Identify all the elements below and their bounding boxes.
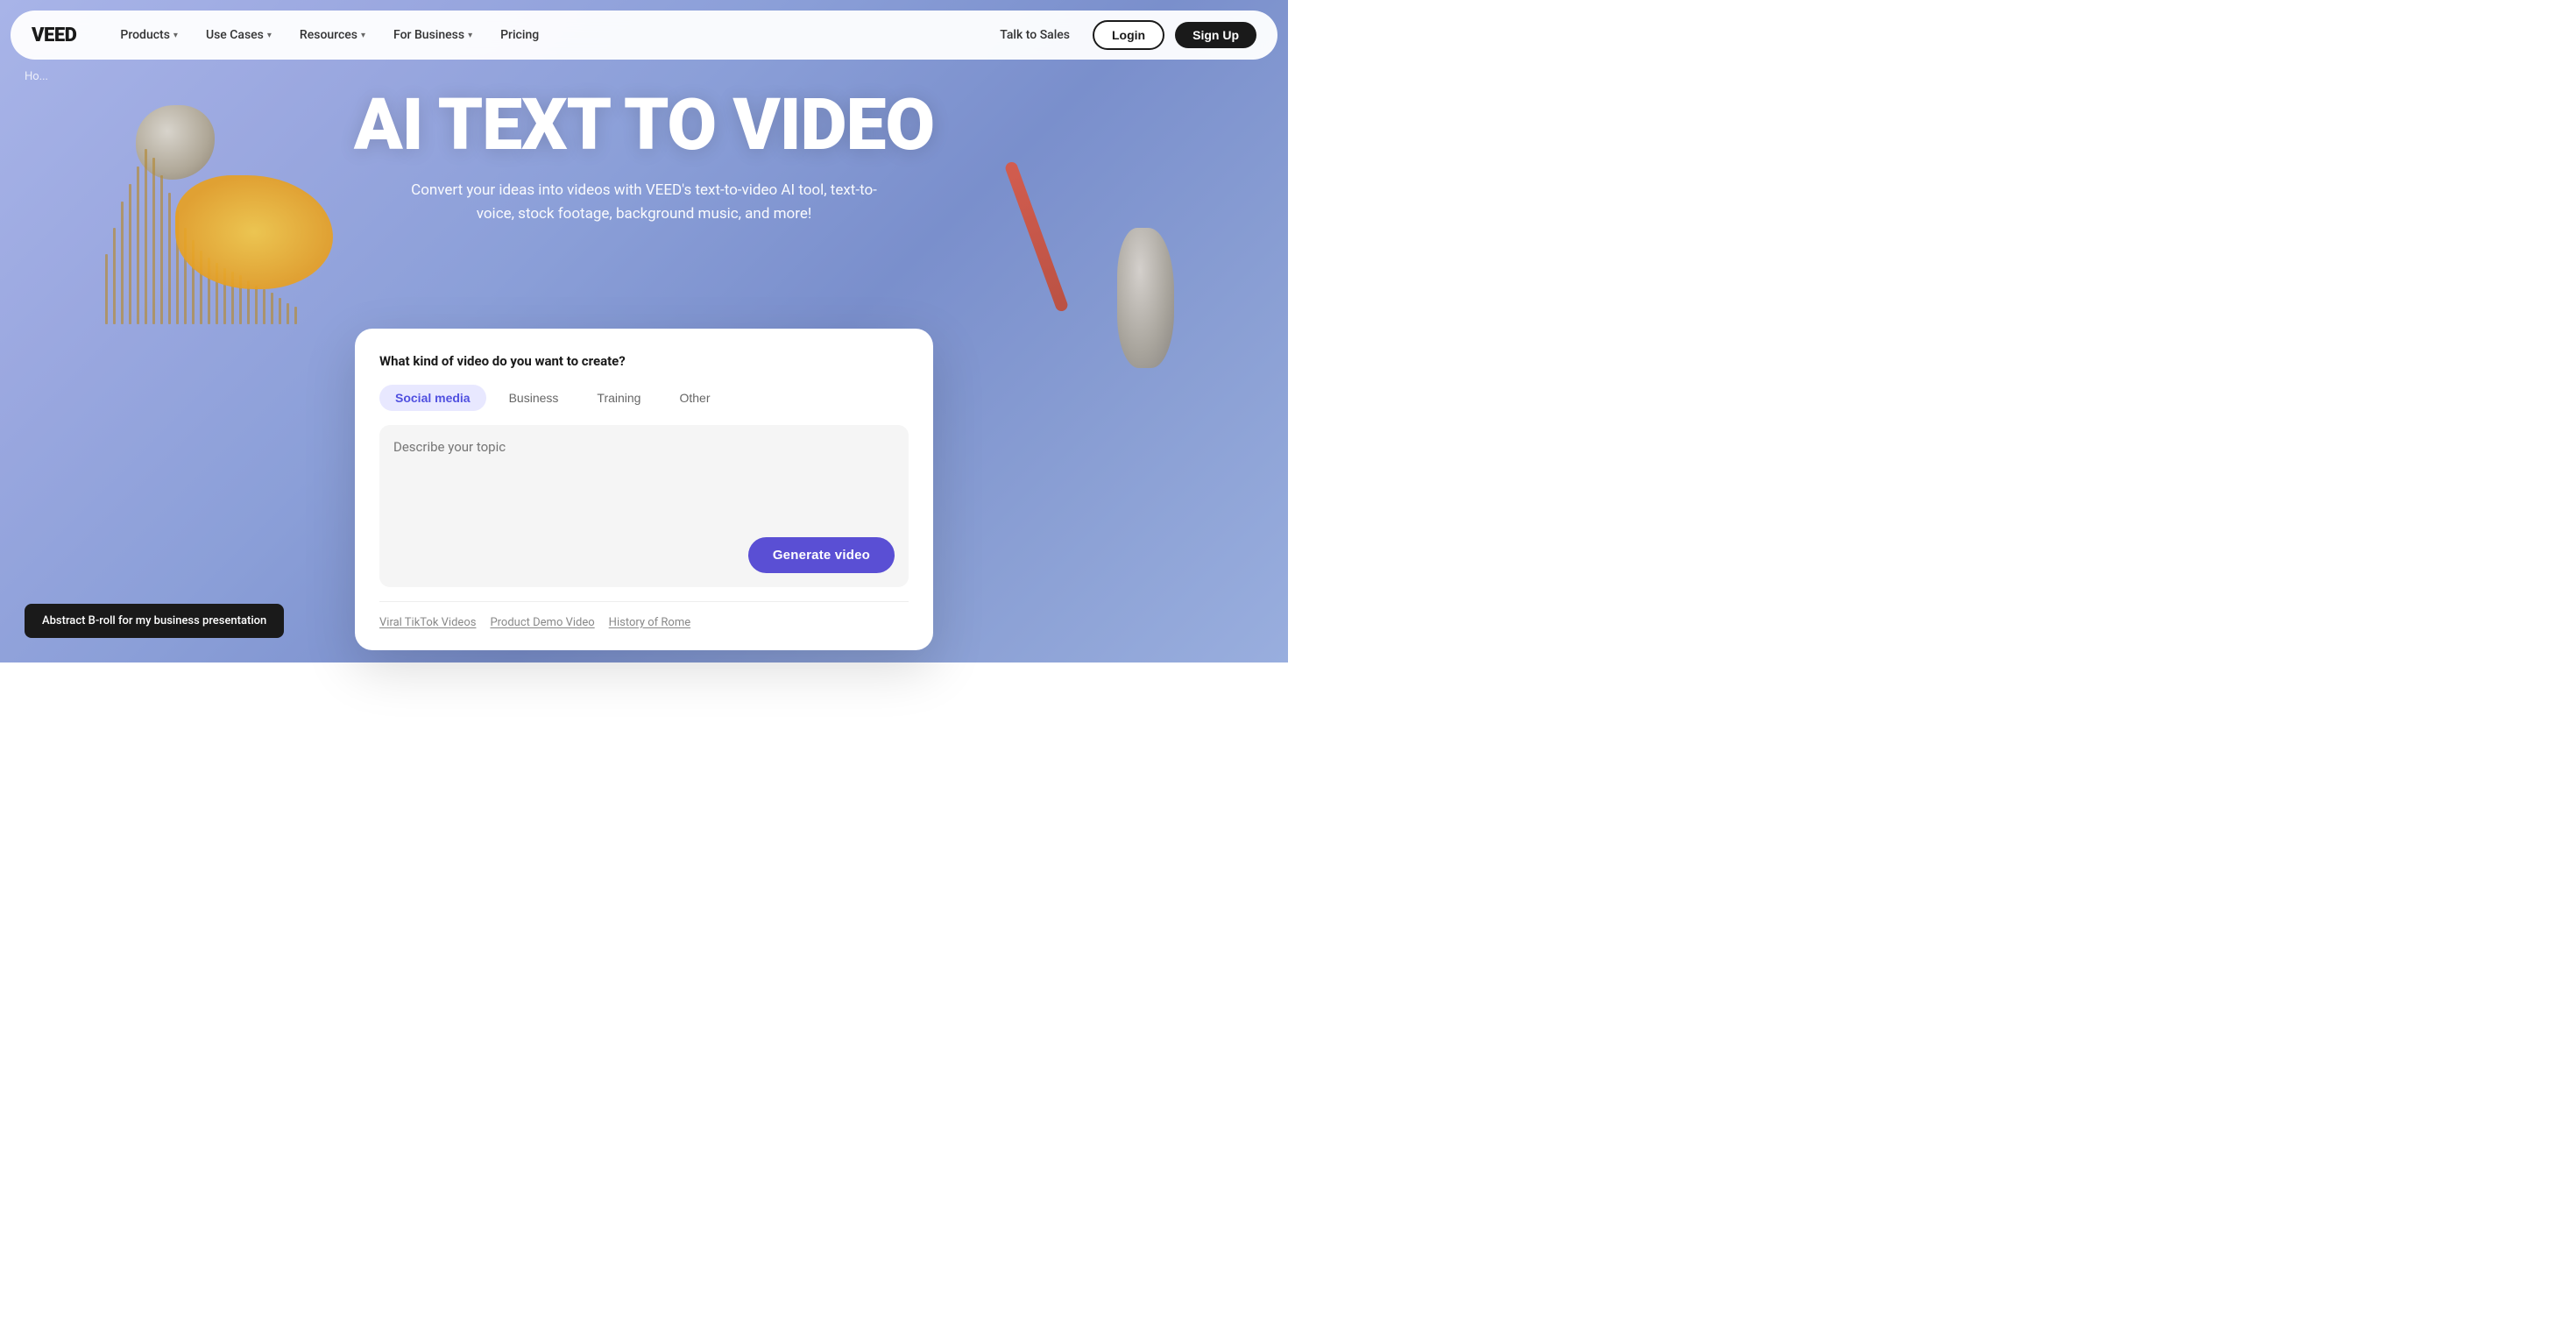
hero-subtitle: Convert your ideas into videos with VEED… (399, 179, 889, 226)
video-creation-card: What kind of video do you want to create… (355, 329, 933, 650)
suggestion-tiktok[interactable]: Viral TikTok Videos (379, 616, 476, 629)
nav-products-chevron: ▾ (173, 31, 178, 40)
logo[interactable]: VEED (32, 25, 76, 46)
tab-training[interactable]: Training (581, 385, 656, 411)
nav-usecases-chevron: ▾ (267, 31, 272, 40)
breadcrumb: Ho... (25, 70, 48, 83)
nav-links: Products ▾ Use Cases ▾ Resources ▾ For B… (108, 23, 987, 47)
topic-textarea[interactable] (393, 439, 895, 527)
nav-resources-label: Resources (300, 28, 357, 42)
nav-item-resources[interactable]: Resources ▾ (287, 23, 378, 47)
nav-item-for-business[interactable]: For Business ▾ (381, 23, 485, 47)
nav-item-products[interactable]: Products ▾ (108, 23, 190, 47)
suggestion-product-demo[interactable]: Product Demo Video (490, 616, 594, 629)
toast-notification: Abstract B-roll for my business presenta… (25, 604, 284, 638)
nav-item-pricing[interactable]: Pricing (488, 23, 551, 47)
card-question: What kind of video do you want to create… (379, 353, 909, 369)
nav-pricing-label: Pricing (500, 28, 539, 42)
card-suggestions: Viral TikTok Videos Product Demo Video H… (379, 601, 909, 629)
nav-usecases-label: Use Cases (206, 28, 264, 42)
generate-button[interactable]: Generate video (748, 537, 895, 573)
login-button[interactable]: Login (1093, 20, 1164, 50)
navbar: VEED Products ▾ Use Cases ▾ Resources ▾ … (11, 11, 1277, 60)
tab-other[interactable]: Other (663, 385, 725, 411)
nav-business-label: For Business (393, 28, 464, 42)
card-textarea-container: Generate video (379, 425, 909, 587)
tab-social-media[interactable]: Social media (379, 385, 486, 411)
nav-item-use-cases[interactable]: Use Cases ▾ (194, 23, 284, 47)
nav-right: Talk to Sales Login Sign Up (987, 20, 1256, 50)
card-tabs: Social media Business Training Other (379, 385, 909, 411)
signup-button[interactable]: Sign Up (1175, 22, 1256, 48)
tab-business[interactable]: Business (493, 385, 575, 411)
nav-products-label: Products (120, 28, 170, 42)
nav-resources-chevron: ▾ (361, 31, 365, 40)
nav-business-chevron: ▾ (468, 31, 472, 40)
hero-title: AI TEXT TO VIDEO (0, 88, 1288, 163)
talk-to-sales-link[interactable]: Talk to Sales (987, 23, 1082, 47)
generate-row: Generate video (393, 537, 895, 573)
suggestion-history-rome[interactable]: History of Rome (609, 616, 690, 629)
hero-section: AI TEXT TO VIDEO Convert your ideas into… (0, 88, 1288, 252)
